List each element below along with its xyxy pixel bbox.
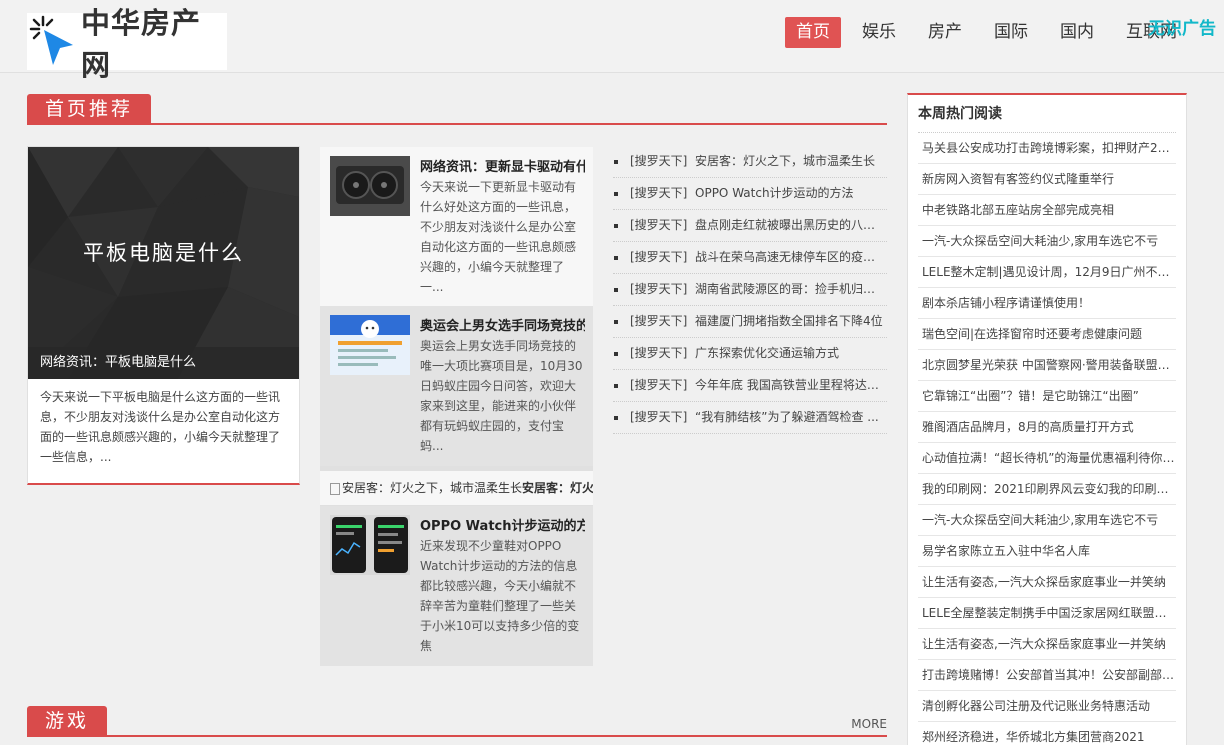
list-item-tag: [搜罗天下] [630, 218, 688, 232]
sidebar-item[interactable]: 中老铁路北部五座站房全部完成亮相 [918, 195, 1176, 226]
list-item-title[interactable]: 今年年底 我国高铁营业里程将达到3.9万公里 [695, 378, 887, 392]
sidebar-item[interactable]: 郑州经济稳进，华侨城北方集团营商2021 [918, 722, 1176, 745]
featured-image[interactable]: 平板电脑是什么 网络资讯：平板电脑是什么 [28, 147, 299, 379]
middle-articles: 网络资讯：更新显卡驱动有什么好处 今天来说一下更新显卡驱动有什么好处这方面的一些… [320, 147, 593, 666]
sidebar-item[interactable]: 它靠锦江“出圈”？错！是它助锦江“出圈” [918, 381, 1176, 412]
ad-label[interactable]: 无识广告 [1148, 14, 1216, 39]
section-game-header: 游戏 MORE [27, 706, 887, 737]
list-item-title[interactable]: 广东探索优化交通运输方式 [695, 346, 839, 360]
list-item[interactable]: [搜罗天下] 广东探索优化交通运输方式 [613, 338, 887, 370]
article-item[interactable]: 奥运会上男女选手同场竞技的项目 奥运会上男女选手同场竞技的唯一大项比赛项目是，1… [320, 306, 593, 466]
list-item-tag: [搜罗天下] [630, 378, 688, 392]
section-game-title: 游戏 [27, 706, 108, 737]
sidebar-item[interactable]: LELE全屋整装定制携手中国泛家居网红联盟共创辉煌 [918, 598, 1176, 629]
sidebar-item[interactable]: 马关县公安成功打击跨境博彩案，扣押财产2000余万元 [918, 133, 1176, 164]
list-item-tag: [搜罗天下] [630, 282, 688, 296]
list-item-tag: [搜罗天下] [630, 186, 688, 200]
quiz-thumbnail[interactable] [330, 315, 410, 375]
list-item-title[interactable]: 福建厦门拥堵指数全国排名下降4位 [695, 314, 883, 328]
sidebar-title: 本周热门阅读 [918, 95, 1176, 133]
list-item[interactable]: [搜罗天下] 盘点刚走红就被曝出黑历史的八位明星 [613, 210, 887, 242]
sidebar-item[interactable]: 瑞色空间|在选择窗帘时还要考虑健康问题 [918, 319, 1176, 350]
featured-desc: 今天来说一下平板电脑是什么这方面的一些讯息，不少朋友对浅谈什么是办公室自动化这方… [40, 390, 281, 464]
article-item[interactable]: 网络资讯：更新显卡驱动有什么好处 今天来说一下更新显卡驱动有什么好处这方面的一些… [320, 147, 593, 306]
list-item-title[interactable]: “我有肺结核”为了躲避酒驾检查 ... [695, 410, 879, 424]
news-list: [搜罗天下] 安居客：灯火之下，城市温柔生长 [搜罗天下] OPPO Watch… [613, 146, 887, 434]
sidebar-item[interactable]: 打击跨境赌博！公安部首当其冲！公安部副部长亲自部署 [918, 660, 1176, 691]
featured-image-title: 平板电脑是什么 [83, 241, 244, 265]
nav-item-entertainment[interactable]: 娱乐 [851, 17, 907, 48]
list-item-tag: [搜罗天下] [630, 346, 688, 360]
list-item-tag: [搜罗天下] [630, 154, 688, 168]
sidebar-item[interactable]: 让生活有姿态,一汽大众探岳家庭事业一并笑纳 [918, 629, 1176, 660]
list-item[interactable]: [搜罗天下] “我有肺结核”为了躲避酒驾检查 ... [613, 402, 887, 434]
image-link-row[interactable]: 安居客：灯火之下，城市温柔生长安居客：灯火之下，城市温柔生长 [320, 471, 593, 505]
site-logo[interactable]: 中华房产网 [27, 6, 227, 82]
more-link[interactable]: MORE [851, 717, 887, 731]
sidebar-item[interactable]: 雅阁酒店品牌月，8月的高质量打开方式 [918, 412, 1176, 443]
nav-item-international[interactable]: 国际 [983, 17, 1039, 48]
list-item[interactable]: [搜罗天下] 安居客：灯火之下，城市温柔生长 [613, 146, 887, 178]
list-item-title[interactable]: 湖南省武陵源区的哥：捡手机归还失主 [695, 282, 887, 296]
sidebar-item[interactable]: 剧本杀店铺小程序请谨慎使用！ [918, 288, 1176, 319]
image-alt-text: 安居客：灯火之下，城市温柔生长 [342, 481, 523, 495]
nav-item-home[interactable]: 首页 [785, 17, 841, 48]
section-home-title: 首页推荐 [27, 94, 152, 125]
section-home-header: 首页推荐 [27, 94, 887, 125]
nav-item-domestic[interactable]: 国内 [1049, 17, 1105, 48]
sidebar-item[interactable]: 北京圆梦星光荣获 中国警察网·警用装备联盟优秀供应商 [918, 350, 1176, 381]
list-item-title[interactable]: 战斗在荣乌高速无棣停车区的疫情防控一线 [695, 250, 887, 264]
main-nav: 首页 娱乐 房产 国际 国内 互联网 [785, 17, 1198, 48]
logo-text: 中华房产网 [81, 5, 202, 82]
list-item-tag: [搜罗天下] [630, 314, 688, 328]
list-item-title[interactable]: 安居客：灯火之下，城市温柔生长 [695, 154, 875, 168]
featured-caption[interactable]: 网络资讯：平板电脑是什么 [28, 347, 299, 379]
sidebar-item[interactable]: 一汽-大众探岳空间大耗油少,家用车选它不亏 [918, 226, 1176, 257]
sidebar-item[interactable]: 让生活有姿态,一汽大众探岳家庭事业一并笑纳 [918, 567, 1176, 598]
hot-reads-sidebar: 本周热门阅读 马关县公安成功打击跨境博彩案，扣押财产2000余万元 新房网入资智… [907, 93, 1187, 745]
sidebar-item[interactable]: 新房网入资智有客签约仪式隆重举行 [918, 164, 1176, 195]
sidebar-item[interactable]: 心动值拉满！“超长待机”的海量优惠福利待你领取 [918, 443, 1176, 474]
sidebar-item[interactable]: LELE整木定制|遇见设计周，12月9日广州不见不散 [918, 257, 1176, 288]
article-title[interactable]: 网络资讯：更新显卡驱动有什么好处 [420, 156, 585, 175]
gpu-thumbnail[interactable] [330, 156, 410, 216]
site-header: 中华房产网 首页 娱乐 房产 国际 国内 互联网 无识广告 [0, 0, 1224, 82]
list-item[interactable]: [搜罗天下] 湖南省武陵源区的哥：捡手机归还失主 [613, 274, 887, 306]
list-item[interactable]: [搜罗天下] OPPO Watch计步运动的方法 [613, 178, 887, 210]
list-item-title[interactable]: 盘点刚走红就被曝出黑历史的八位明星 [695, 218, 887, 232]
featured-article[interactable]: 平板电脑是什么 网络资讯：平板电脑是什么 今天来说一下平板电脑是什么这方面的一些… [27, 146, 300, 485]
list-item[interactable]: [搜罗天下] 战斗在荣乌高速无棣停车区的疫情防控一线 [613, 242, 887, 274]
list-item[interactable]: [搜罗天下] 今年年底 我国高铁营业里程将达到3.9万公里 [613, 370, 887, 402]
list-item-tag: [搜罗天下] [630, 250, 688, 264]
article-text: 奥运会上男女选手同场竞技的唯一大项比赛项目是，10月30日蚂蚁庄园今日问答，欢迎… [420, 339, 583, 453]
broken-image-icon [330, 482, 340, 495]
sidebar-item[interactable]: 一汽-大众探岳空间大耗油少,家用车选它不亏 [918, 505, 1176, 536]
sidebar-item[interactable]: 我的印刷网：2021印刷界风云变幻我的印刷网发展 [918, 474, 1176, 505]
list-item[interactable]: [搜罗天下] 福建厦门拥堵指数全国排名下降4位 [613, 306, 887, 338]
sidebar-item[interactable]: 清创孵化器公司注册及代记账业务特惠活动 [918, 691, 1176, 722]
sidebar-item[interactable]: 易学名家陈立五入驻中华名人库 [918, 536, 1176, 567]
nav-item-realestate[interactable]: 房产 [917, 17, 973, 48]
article-title[interactable]: OPPO Watch计步运动的方法 [420, 515, 585, 534]
image-row-title[interactable]: 安居客：灯火之下，城市温柔生长 [522, 481, 593, 495]
list-item-tag: [搜罗天下] [630, 410, 688, 424]
cursor-logo-icon [27, 13, 79, 70]
article-title[interactable]: 奥运会上男女选手同场竞技的项目 [420, 315, 585, 334]
article-item[interactable]: OPPO Watch计步运动的方法 近来发现不少童鞋对OPPO Watch计步运… [320, 506, 593, 666]
list-item-title[interactable]: OPPO Watch计步运动的方法 [695, 186, 854, 200]
watch-thumbnail[interactable] [330, 515, 410, 575]
article-text: 近来发现不少童鞋对OPPO Watch计步运动的方法的信息都比较感兴趣，今天小编… [420, 539, 580, 653]
article-text: 今天来说一下更新显卡驱动有什么好处这方面的一些讯息，不少朋友对浅谈什么是办公室自… [420, 180, 577, 294]
